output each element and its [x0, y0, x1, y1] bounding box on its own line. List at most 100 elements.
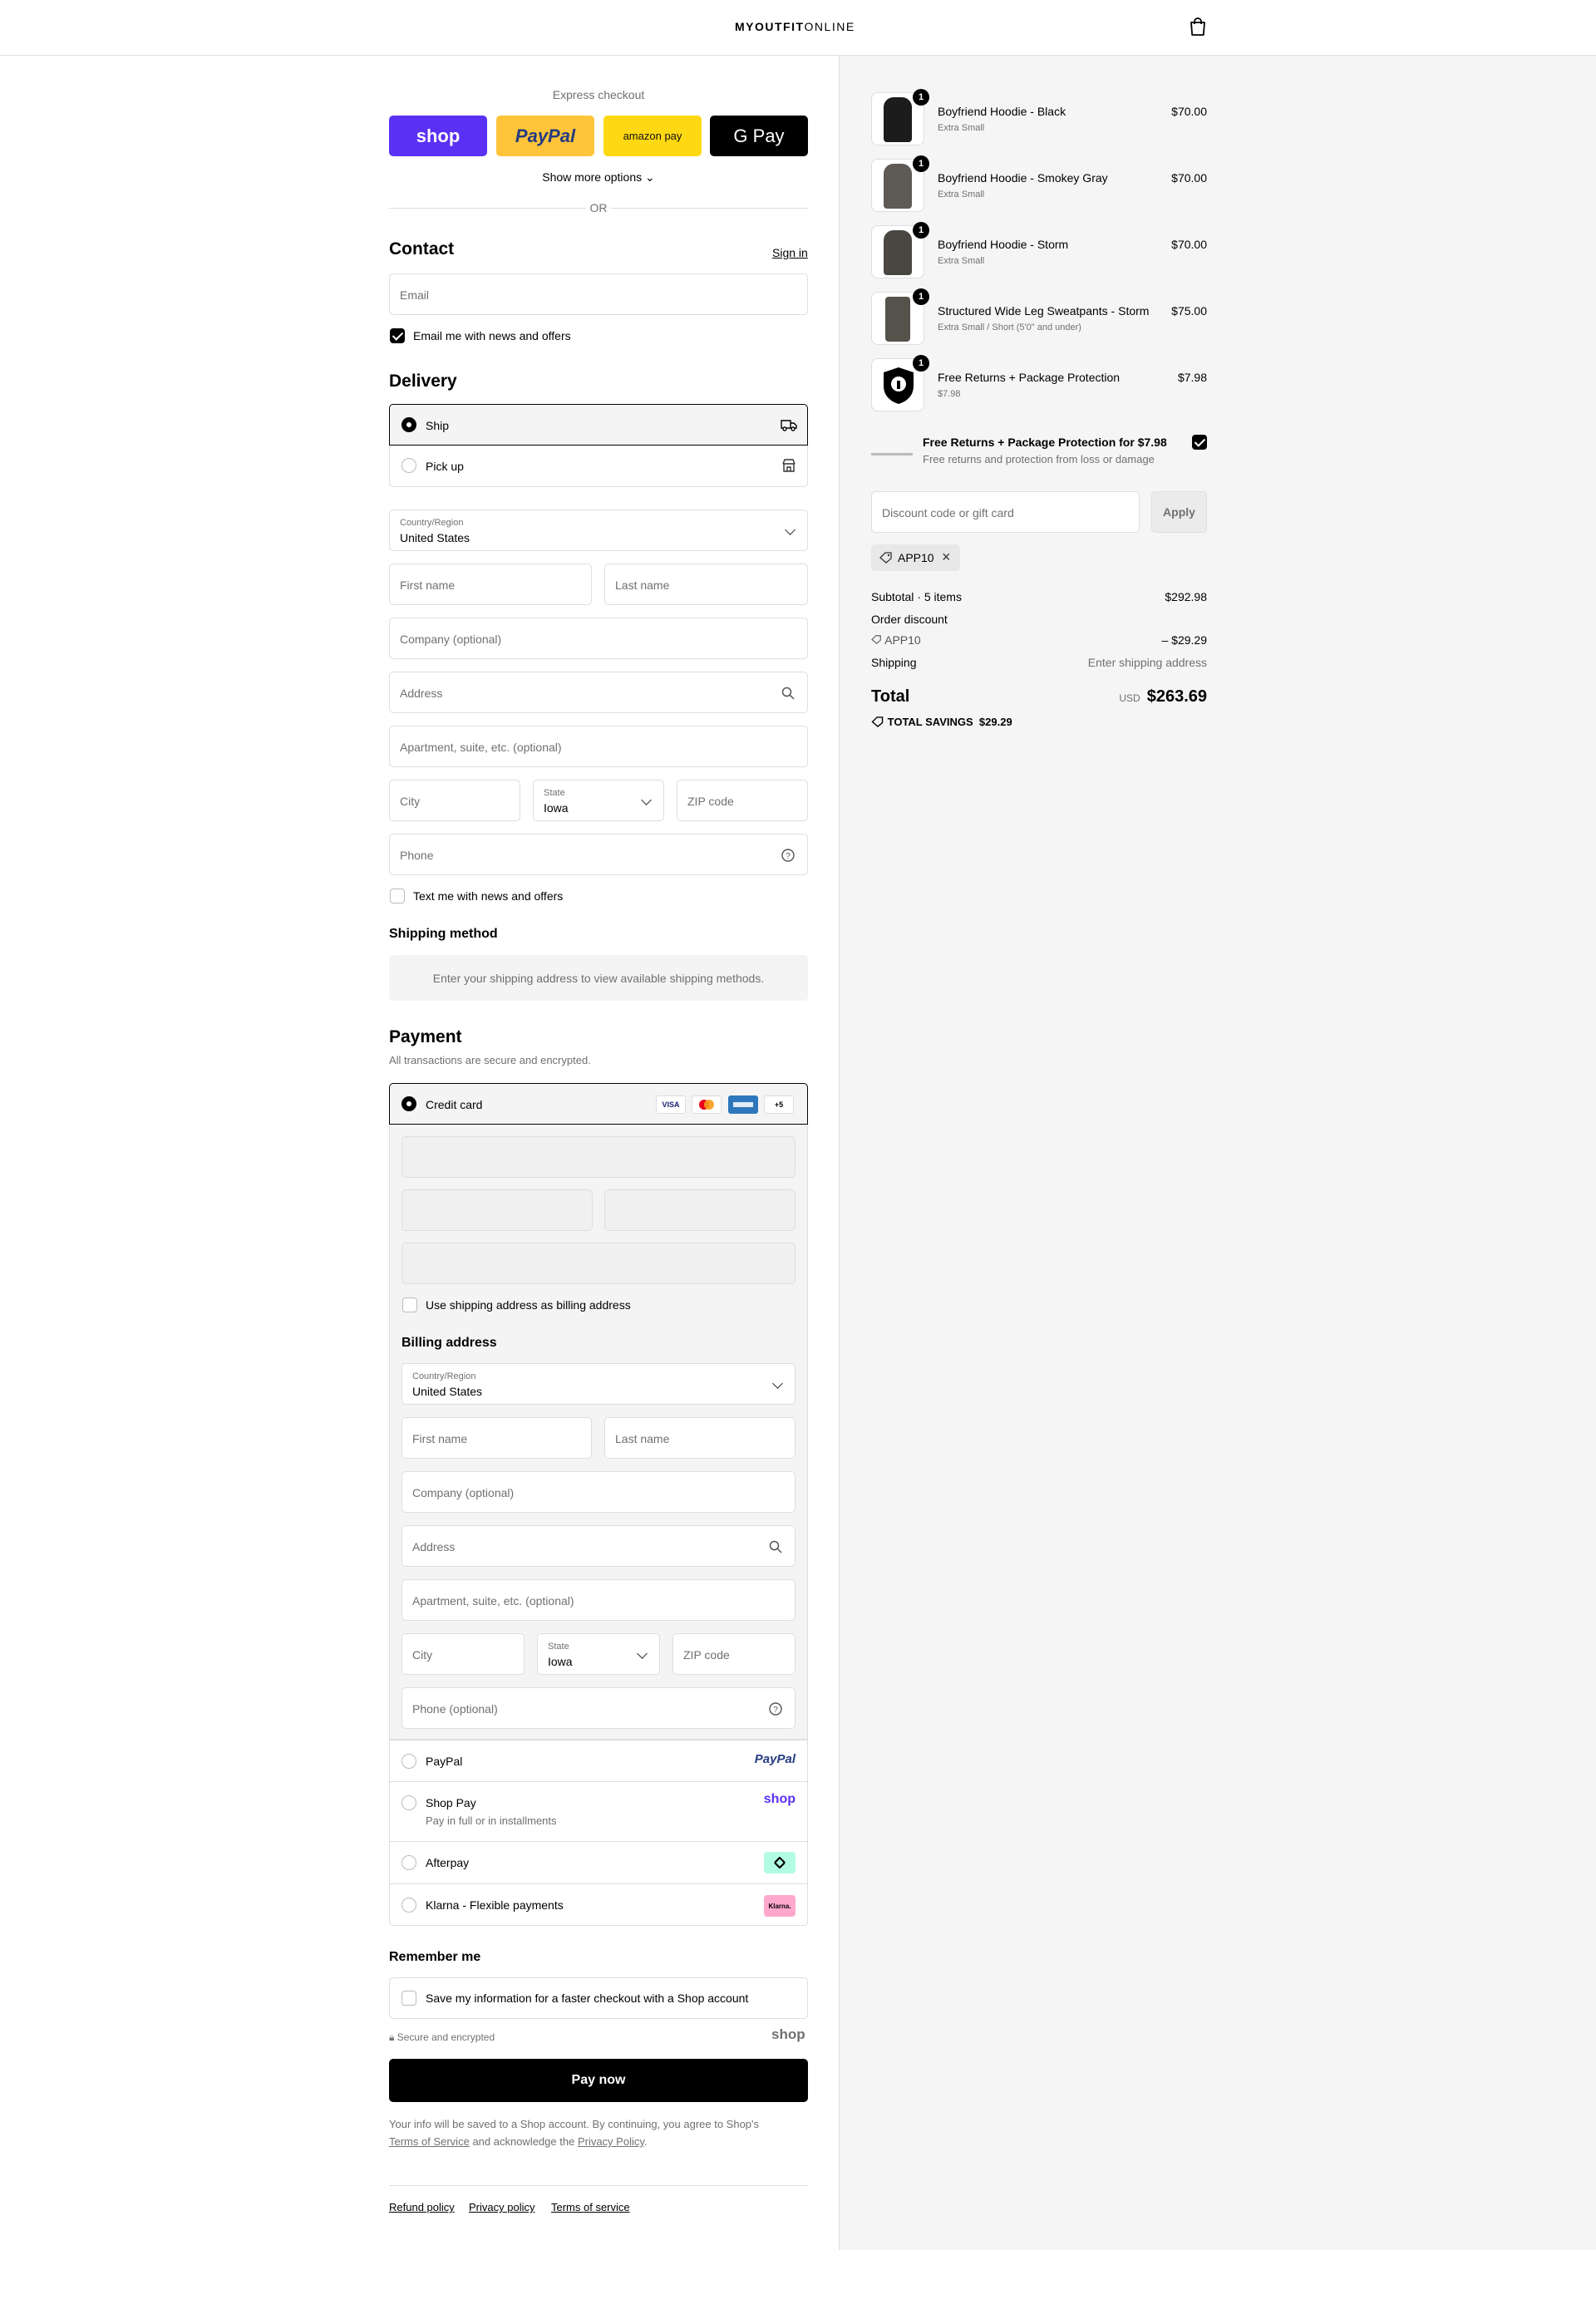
phone-field[interactable]: Phone ?	[389, 834, 808, 875]
card-expiry-field[interactable]	[401, 1189, 593, 1231]
protection-checkbox[interactable]	[1192, 435, 1207, 450]
billing-company-field[interactable]: Company (optional)	[401, 1471, 796, 1513]
amex-icon	[728, 1095, 758, 1114]
payment-heading: Payment	[389, 1027, 462, 1046]
contact-heading: Contact	[389, 239, 455, 258]
billing-city-field[interactable]: City	[401, 1633, 525, 1675]
last-name-field[interactable]: Last name	[604, 564, 808, 605]
order-summary-column	[839, 56, 1596, 2250]
billing-phone-field[interactable]: Phone (optional) ?	[401, 1687, 796, 1729]
remember-me-heading: Remember me	[389, 1950, 481, 1964]
credit-card-radio[interactable]	[401, 1096, 416, 1111]
discount-code-field[interactable]: Discount code or gift card	[871, 491, 1140, 533]
quantity-badge: 1	[913, 89, 929, 106]
billing-last-name-field[interactable]: Last name	[604, 1417, 796, 1459]
google-pay-express-button[interactable]: G Pay	[710, 116, 808, 156]
more-cards-badge: +5	[764, 1095, 794, 1114]
delivery-heading: Delivery	[389, 372, 457, 391]
afterpay-radio[interactable]	[401, 1855, 416, 1870]
shop-pay-express-button[interactable]: shop	[389, 116, 487, 156]
state-select[interactable]: State Iowa	[533, 780, 664, 821]
chevron-down-icon: ⌄	[645, 170, 655, 184]
klarna-label: Klarna - Flexible payments	[426, 1898, 564, 1912]
card-number-field[interactable]	[401, 1136, 796, 1178]
pay-now-button[interactable]: Pay now	[389, 2059, 808, 2102]
pickup-option[interactable]: Pick up	[389, 446, 808, 487]
email-news-checkbox[interactable]	[390, 328, 405, 343]
search-icon	[769, 1540, 782, 1553]
sign-in-link[interactable]: Sign in	[772, 246, 808, 259]
quantity-badge: 1	[913, 355, 929, 372]
billing-country-select[interactable]: Country/Region United States	[401, 1363, 796, 1405]
mastercard-icon	[692, 1095, 722, 1114]
help-circle-icon[interactable]: ?	[781, 848, 796, 863]
ship-option[interactable]: Ship	[389, 404, 808, 446]
card-name-field[interactable]	[401, 1243, 796, 1284]
country-select[interactable]: Country/Region United States	[389, 510, 808, 551]
ship-radio[interactable]	[401, 417, 416, 432]
save-info-checkbox[interactable]	[401, 1991, 416, 2006]
billing-apartment-field[interactable]: Apartment, suite, etc. (optional)	[401, 1579, 796, 1621]
legal-notice: Your info will be saved to a Shop accoun…	[389, 2118, 760, 2148]
apply-discount-button[interactable]: Apply	[1151, 491, 1207, 533]
amazon-pay-express-button[interactable]: amazon pay	[603, 116, 702, 156]
first-name-field[interactable]: First name	[389, 564, 592, 605]
billing-state-select[interactable]: State Iowa	[537, 1633, 660, 1675]
site-header: MYOUTFITONLINE	[0, 0, 1596, 56]
text-news-checkbox[interactable]	[390, 889, 405, 903]
shipping-methods-message: Enter your shipping address to view avai…	[389, 955, 808, 1001]
help-circle-icon[interactable]: ?	[768, 1701, 783, 1716]
shield-lock-icon	[884, 367, 914, 404]
klarna-option[interactable]: Klarna - Flexible payments Klarna.	[389, 1883, 808, 1926]
shop-pay-option[interactable]: Shop Pay Pay in full or in installments …	[389, 1781, 808, 1841]
applied-discount-tag: APP10 ×	[871, 544, 960, 571]
city-field[interactable]: City	[389, 780, 520, 821]
shipping-row: Shipping Enter shipping address	[871, 656, 1207, 669]
show-more-options-button[interactable]: Show more options ⌄	[389, 170, 808, 185]
remove-discount-icon[interactable]: ×	[942, 549, 951, 566]
email-field[interactable]: Email	[389, 273, 808, 315]
billing-address-heading: Billing address	[401, 1336, 497, 1350]
refund-policy-link[interactable]: Refund policy	[389, 2201, 455, 2213]
shop-logo: shop	[771, 2026, 805, 2042]
terms-of-service-link[interactable]: Terms of Service	[389, 2135, 470, 2148]
klarna-radio[interactable]	[401, 1898, 416, 1913]
use-shipping-checkbox[interactable]	[402, 1297, 417, 1312]
chevron-down-icon	[641, 795, 652, 805]
paypal-radio[interactable]	[401, 1754, 416, 1769]
zip-field[interactable]: ZIP code	[677, 780, 808, 821]
card-cvc-field[interactable]	[604, 1189, 796, 1231]
save-info-option[interactable]: Save my information for a faster checkou…	[389, 1977, 808, 2019]
item-variant: Extra Small	[938, 123, 985, 133]
privacy-policy-footer-link[interactable]: Privacy policy	[469, 2201, 534, 2213]
item-price: $70.00	[1171, 105, 1207, 118]
brand-logo[interactable]: MYOUTFITONLINE	[735, 20, 855, 33]
company-field[interactable]: Company (optional)	[389, 618, 808, 659]
billing-address-field[interactable]: Address	[401, 1525, 796, 1567]
billing-zip-field[interactable]: ZIP code	[672, 1633, 796, 1675]
shop-pay-label: Shop Pay	[426, 1796, 476, 1809]
visa-icon: VISA	[656, 1095, 686, 1114]
discount-row: APP10– $29.29	[871, 633, 1207, 647]
svg-text:?: ?	[773, 1706, 778, 1715]
terms-of-service-footer-link[interactable]: Terms of service	[551, 2201, 630, 2213]
subtotal-row: Subtotal · 5 items $292.98	[871, 590, 1207, 603]
shop-pay-logo: shop	[763, 1792, 796, 1806]
email-news-label: Email me with news and offers	[413, 329, 571, 342]
total-row: Total USD $263.69	[871, 687, 1207, 706]
item-name: Boyfriend Hoodie - Black	[938, 105, 1066, 118]
or-divider-label: OR	[586, 201, 611, 214]
shop-pay-radio[interactable]	[401, 1795, 416, 1810]
apartment-field[interactable]: Apartment, suite, etc. (optional)	[389, 726, 808, 767]
paypal-option[interactable]: PayPal PayPal	[389, 1740, 808, 1781]
afterpay-option[interactable]: Afterpay	[389, 1841, 808, 1883]
shopping-bag-icon[interactable]	[1189, 17, 1207, 37]
billing-first-name-field[interactable]: First name	[401, 1417, 592, 1459]
privacy-policy-link[interactable]: Privacy Policy	[578, 2135, 644, 2148]
address-field[interactable]: Address	[389, 672, 808, 713]
pickup-radio[interactable]	[401, 458, 416, 473]
item-variant: Extra Small / Short (5'0" and under)	[938, 322, 1081, 332]
klarna-logo: Klarna.	[764, 1895, 796, 1917]
paypal-express-button[interactable]: PayPal	[496, 116, 594, 156]
item-name: Boyfriend Hoodie - Smokey Gray	[938, 171, 1108, 185]
